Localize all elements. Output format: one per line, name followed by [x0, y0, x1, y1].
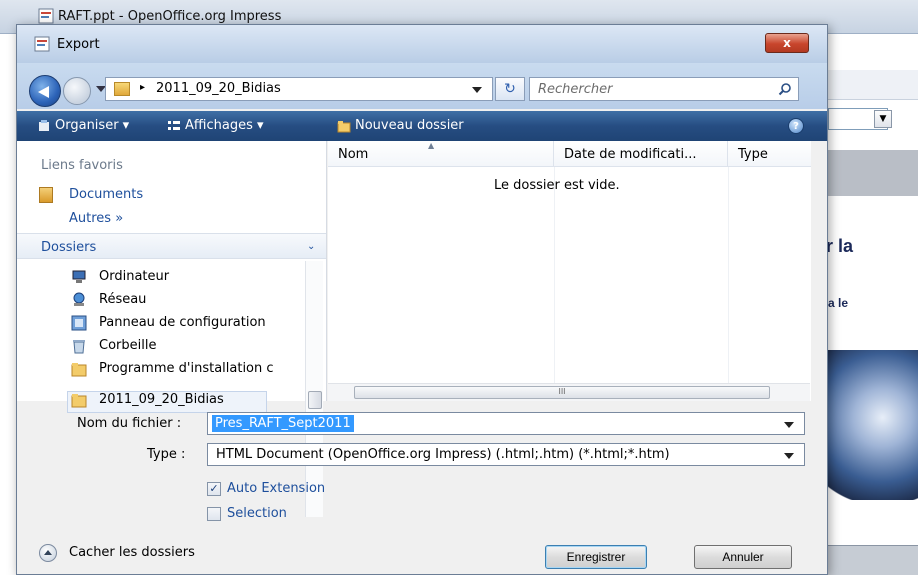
- tree-item-current-folder[interactable]: 2011_09_20_Bidias: [99, 392, 224, 407]
- hide-folders-button[interactable]: Cacher les dossiers: [69, 545, 195, 560]
- refresh-button[interactable]: ↻: [495, 77, 525, 101]
- slide-text-fragment-1: r la: [826, 236, 854, 256]
- network-icon: [73, 292, 85, 306]
- dialog-title: Export: [57, 37, 100, 52]
- column-header-date-label: Date de modificati...: [564, 147, 697, 162]
- dialog-titlebar: Export x: [17, 25, 827, 63]
- file-type-value: HTML Document (OpenOffice.org Impress) (…: [216, 447, 670, 462]
- breadcrumb-current-folder[interactable]: 2011_09_20_Bidias: [156, 81, 281, 96]
- empty-folder-message: Le dossier est vide.: [494, 178, 620, 193]
- tree-scroll-thumb[interactable]: [308, 391, 322, 409]
- navigation-pane: Liens favoris Documents Autres » Dossier…: [17, 141, 327, 517]
- tree-item-network[interactable]: Réseau: [99, 292, 146, 307]
- search-icon[interactable]: [778, 82, 792, 96]
- recycle-bin-icon: [73, 340, 85, 354]
- help-button[interactable]: ?: [788, 118, 804, 134]
- favorite-link-documents[interactable]: Documents: [69, 187, 143, 202]
- tree-item-recycle-bin[interactable]: Corbeille: [99, 338, 156, 353]
- type-label: Type :: [147, 447, 186, 462]
- cancel-button[interactable]: Annuler: [694, 545, 792, 569]
- views-icon: [168, 121, 180, 130]
- column-header-type-label: Type: [738, 147, 768, 162]
- app-statusbar: [820, 545, 918, 575]
- app-window-title: RAFT.ppt - OpenOffice.org Impress: [58, 9, 282, 24]
- folders-header[interactable]: Dossiers ⌄: [17, 233, 326, 259]
- documents-folder-icon: [39, 187, 53, 203]
- app-toolbar-select-arrow[interactable]: ▼: [874, 110, 892, 128]
- horizontal-scroll-thumb[interactable]: III: [354, 386, 770, 399]
- chevron-down-icon[interactable]: ⌄: [307, 241, 315, 252]
- slide-text-fragment-2: a le: [828, 296, 849, 310]
- more-favorites-link[interactable]: Autres »: [69, 211, 123, 226]
- organise-menu[interactable]: Organiser ▾: [55, 118, 129, 133]
- app-toolbar: [820, 70, 918, 100]
- filename-value[interactable]: Pres_RAFT_Sept2011: [212, 415, 354, 432]
- tree-item-control-panel[interactable]: Panneau de configuration: [99, 315, 266, 330]
- computer-icon: [72, 270, 86, 283]
- back-button[interactable]: [29, 75, 61, 107]
- export-dialog-icon: [34, 36, 50, 52]
- file-list-right-gutter: [811, 141, 827, 401]
- auto-extension-label[interactable]: Auto Extension: [227, 481, 325, 496]
- filename-label: Nom du fichier :: [77, 416, 182, 431]
- column-header-name-label: Nom: [338, 147, 369, 162]
- new-folder-icon: [337, 121, 351, 133]
- tree-vertical-scrollbar[interactable]: [305, 261, 323, 517]
- filename-dropdown-icon[interactable]: [784, 422, 794, 428]
- file-type-select[interactable]: HTML Document (OpenOffice.org Impress) (…: [207, 443, 805, 466]
- column-divider: [554, 167, 555, 401]
- impress-document-icon: [38, 8, 54, 24]
- sort-ascending-icon: ▲: [428, 141, 435, 150]
- export-dialog: Export x ▸ 2011_09_20_Bidias ↻ Recherche…: [16, 24, 828, 575]
- folders-header-label: Dossiers: [41, 240, 97, 255]
- selection-label[interactable]: Selection: [227, 506, 287, 521]
- organise-icon: [39, 120, 49, 131]
- auto-extension-checkbox[interactable]: ✓: [207, 482, 221, 496]
- column-header-name[interactable]: Nom ▲: [328, 141, 554, 167]
- new-folder-button[interactable]: Nouveau dossier: [355, 118, 464, 133]
- search-placeholder: Rechercher: [538, 82, 613, 97]
- folder-icon: [71, 394, 87, 408]
- close-button[interactable]: x: [765, 33, 809, 53]
- slide-header-bar: [820, 150, 918, 196]
- file-list: Nom ▲ Date de modificati... Type Le doss…: [328, 141, 811, 401]
- favorite-links-header: Liens favoris: [41, 158, 123, 173]
- filename-input[interactable]: Pres_RAFT_Sept2011: [207, 412, 805, 435]
- selection-checkbox[interactable]: [207, 507, 221, 521]
- breadcrumb-separator-icon[interactable]: ▸: [140, 82, 145, 93]
- forward-button[interactable]: [63, 77, 91, 105]
- hide-folders-icon[interactable]: [39, 544, 57, 562]
- address-bar[interactable]: ▸ 2011_09_20_Bidias: [105, 77, 493, 101]
- command-toolbar: Organiser ▾ Affichages ▾ Nouveau dossier…: [17, 111, 827, 141]
- tree-item-installer-folder[interactable]: Programme d'installation c: [99, 361, 274, 376]
- column-header-type[interactable]: Type: [728, 141, 811, 167]
- folder-icon: [114, 82, 130, 96]
- search-input[interactable]: Rechercher: [529, 77, 799, 101]
- save-button[interactable]: Enregistrer: [545, 545, 647, 569]
- column-divider: [728, 167, 729, 401]
- control-panel-icon: [71, 315, 87, 331]
- views-menu[interactable]: Affichages ▾: [185, 118, 264, 133]
- folder-icon: [71, 363, 87, 377]
- column-header-date[interactable]: Date de modificati...: [554, 141, 728, 167]
- address-dropdown-icon[interactable]: [472, 87, 482, 93]
- file-type-dropdown-icon[interactable]: [784, 453, 794, 459]
- tree-item-computer[interactable]: Ordinateur: [99, 269, 169, 284]
- file-list-horizontal-scrollbar[interactable]: III: [328, 383, 810, 401]
